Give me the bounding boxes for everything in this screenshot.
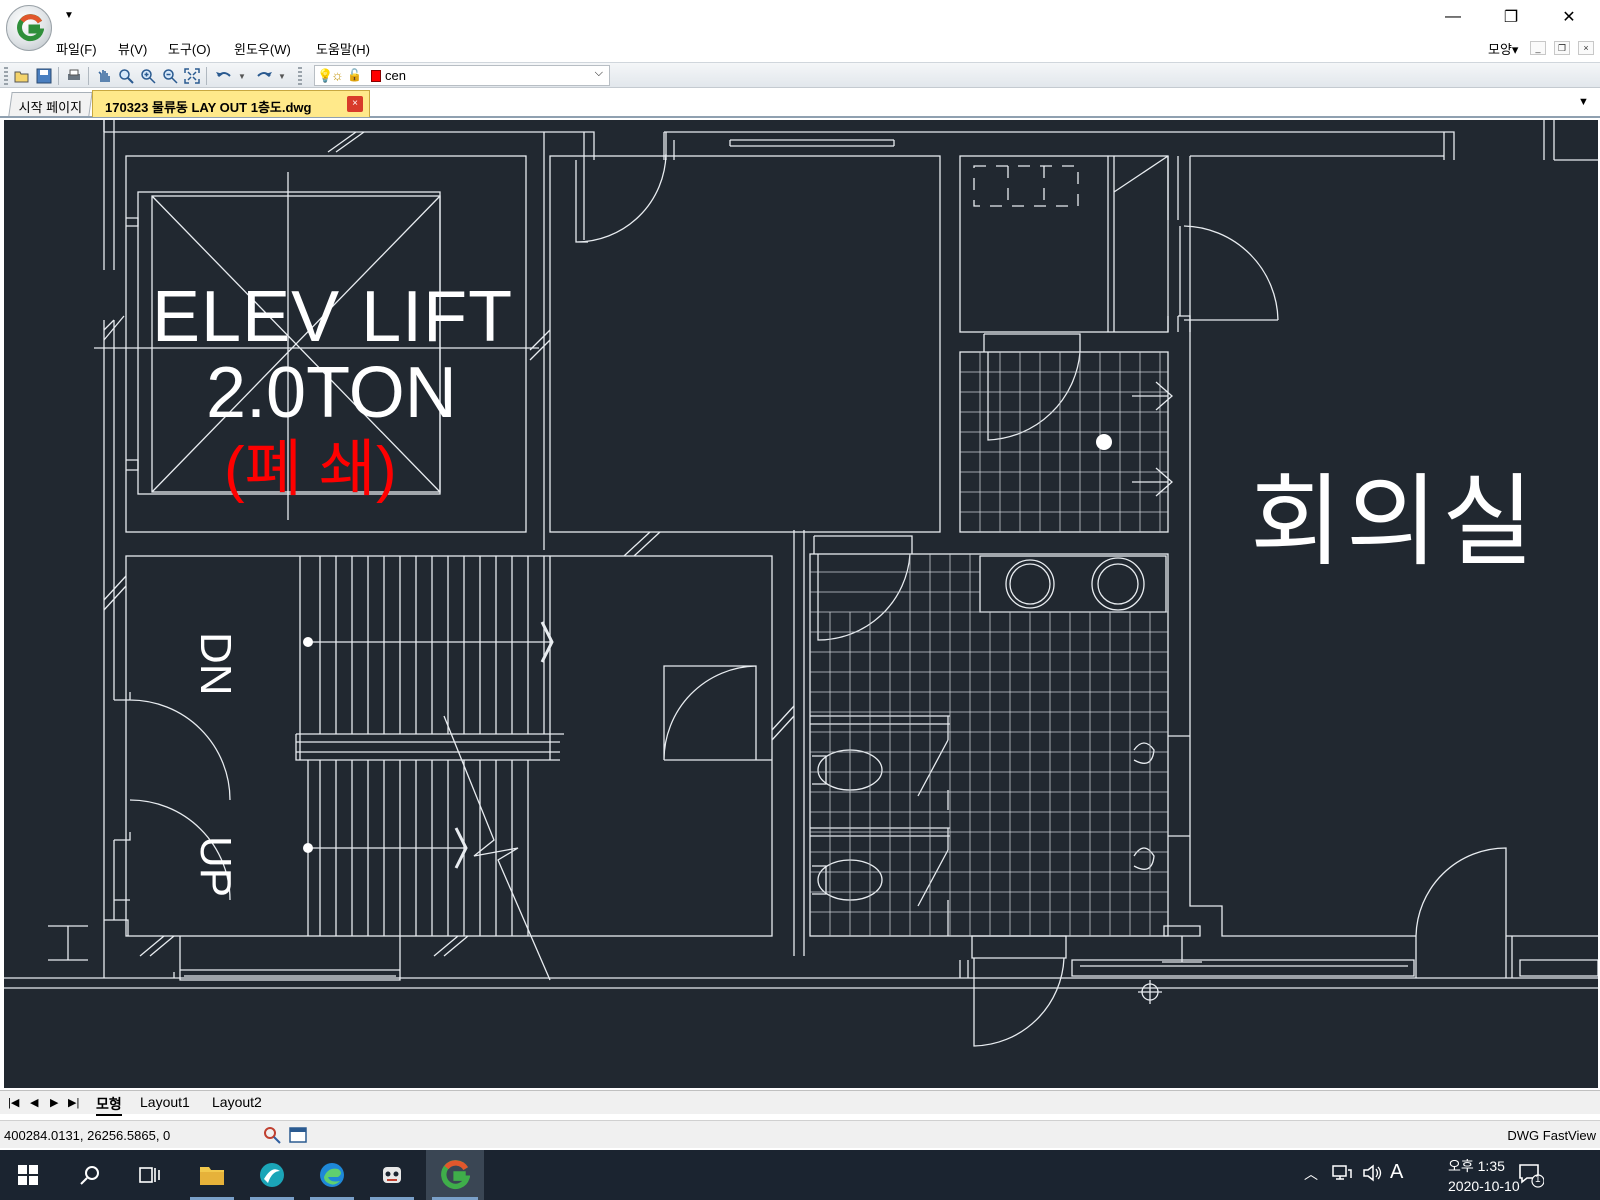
quick-access-dropdown-icon[interactable]: ▼: [64, 10, 74, 21]
menu-help[interactable]: 도움말(H): [316, 39, 370, 58]
menu-view[interactable]: 뷰(V): [118, 39, 147, 58]
window-layout-icon[interactable]: [288, 1125, 308, 1148]
undo-icon[interactable]: [214, 66, 234, 86]
tab-document-label: 170323 물류동 LAY OUT 1층도.dwg: [105, 100, 312, 115]
search-icon[interactable]: [62, 1150, 118, 1200]
open-icon[interactable]: [12, 66, 32, 86]
menu-bar: 파일(F) 뷰(V) 도구(O) 윈도우(W) 도움말(H) 모양▾ _ ❐ ×: [0, 36, 1600, 60]
zoom-out-icon[interactable]: [160, 66, 180, 86]
toolbar-grip[interactable]: [298, 67, 302, 85]
start-icon[interactable]: [0, 1150, 56, 1200]
elevator-closed-label: (폐 쇄): [224, 435, 397, 504]
floor-plan-drawing: [4, 120, 1598, 1047]
first-layout-icon[interactable]: |◀: [8, 1096, 19, 1109]
document-tab-bar: 시작 페이지 170323 물류동 LAY OUT 1층도.dwg × ▼: [0, 90, 1600, 118]
layer-name: cen: [385, 68, 406, 83]
stair-down-label: DN: [191, 632, 240, 696]
volume-icon[interactable]: [1362, 1164, 1382, 1187]
tab-document[interactable]: 170323 물류동 LAY OUT 1층도.dwg ×: [92, 90, 370, 117]
edge-browser-icon[interactable]: [304, 1150, 360, 1200]
meeting-room-label: 회의실: [1250, 466, 1538, 578]
app-icon-swift[interactable]: [244, 1150, 300, 1200]
notification-count: 1: [1535, 1174, 1541, 1185]
redo-dropdown-icon[interactable]: ▼: [276, 66, 288, 86]
tab-model[interactable]: 모형: [96, 1094, 122, 1116]
tab-list-dropdown-icon[interactable]: ▼: [1578, 96, 1589, 108]
print-icon[interactable]: [64, 66, 84, 86]
toolbar-separator: [58, 67, 59, 85]
doc-minimize-button[interactable]: _: [1530, 41, 1546, 55]
clock-time[interactable]: 오후 1:35: [1448, 1156, 1505, 1176]
notification-center-icon[interactable]: 1: [1518, 1162, 1545, 1191]
dwg-fastview-taskbar-icon[interactable]: [426, 1150, 484, 1200]
menu-file[interactable]: 파일(F): [56, 39, 97, 58]
menu-window[interactable]: 윈도우(W): [234, 39, 291, 58]
zoom-extents-icon[interactable]: [182, 66, 202, 86]
chevron-down-icon[interactable]: ⌵: [595, 67, 603, 80]
app-window: ▼ — ❐ ✕ 파일(F) 뷰(V) 도구(O) 윈도우(W) 도움말(H) 모…: [0, 0, 1600, 1200]
snap-settings-icon[interactable]: [262, 1125, 282, 1148]
tab-close-button[interactable]: ×: [347, 96, 363, 112]
layer-thaw-icon: ☼: [331, 67, 344, 83]
tab-start-page[interactable]: 시작 페이지: [8, 92, 94, 116]
status-app-name: DWG FastView: [1507, 1128, 1596, 1143]
toolbar: ▼ ▼ 💡 ☼ 🔓 cen ⌵: [0, 62, 1600, 88]
toolbar-grip[interactable]: [4, 67, 8, 85]
drawing-canvas[interactable]: ELEV LIFT 2.0TON (폐 쇄) 회의실 DN UP: [4, 120, 1598, 1088]
undo-dropdown-icon[interactable]: ▼: [236, 66, 248, 86]
menu-tools[interactable]: 도구(O): [168, 39, 211, 58]
cursor-coordinates: 400284.0131, 26256.5865, 0: [4, 1128, 171, 1143]
status-bar: 400284.0131, 26256.5865, 0 DWG FastView: [0, 1120, 1600, 1148]
layer-color-swatch: [371, 70, 381, 82]
save-icon[interactable]: [34, 66, 54, 86]
prev-layout-icon[interactable]: ◀: [30, 1096, 38, 1109]
minimize-button[interactable]: —: [1424, 0, 1482, 34]
stair-up-label: UP: [191, 836, 240, 898]
appearance-menu[interactable]: 모양▾: [1488, 39, 1518, 58]
app-logo-icon[interactable]: [6, 5, 52, 51]
network-icon[interactable]: [1332, 1164, 1352, 1187]
tab-layout1[interactable]: Layout1: [140, 1094, 190, 1110]
title-bar: ▼ — ❐ ✕: [0, 0, 1600, 51]
toolbar-separator: [88, 67, 89, 85]
layout-tab-bar: |◀ ◀ ▶ ▶| 모형 Layout1 Layout2: [0, 1090, 1600, 1116]
taskbar: ︿ A 오후 1:35 2020-10-10 1: [0, 1150, 1600, 1200]
zoom-icon[interactable]: [116, 66, 136, 86]
layer-select[interactable]: 💡 ☼ 🔓 cen ⌵: [314, 65, 610, 86]
close-button[interactable]: ✕: [1540, 0, 1598, 34]
tab-layout2[interactable]: Layout2: [212, 1094, 262, 1110]
restore-button[interactable]: ❐: [1482, 0, 1540, 34]
redo-icon[interactable]: [254, 66, 274, 86]
tray-overflow-icon[interactable]: ︿: [1304, 1164, 1318, 1184]
zoom-in-icon[interactable]: [138, 66, 158, 86]
doc-close-button[interactable]: ×: [1578, 41, 1594, 55]
app-icon-robot[interactable]: [364, 1150, 420, 1200]
task-view-icon[interactable]: [122, 1150, 178, 1200]
layer-lock-icon: 🔓: [347, 68, 362, 82]
next-layout-icon[interactable]: ▶: [50, 1096, 58, 1109]
elevator-label: ELEV LIFT: [152, 277, 514, 357]
clock-date[interactable]: 2020-10-10: [1448, 1178, 1520, 1194]
doc-restore-button[interactable]: ❐: [1554, 41, 1570, 55]
file-explorer-icon[interactable]: [184, 1150, 240, 1200]
ime-indicator[interactable]: A: [1390, 1161, 1403, 1184]
toolbar-separator: [206, 67, 207, 85]
pan-icon[interactable]: [94, 66, 114, 86]
last-layout-icon[interactable]: ▶|: [68, 1096, 79, 1109]
